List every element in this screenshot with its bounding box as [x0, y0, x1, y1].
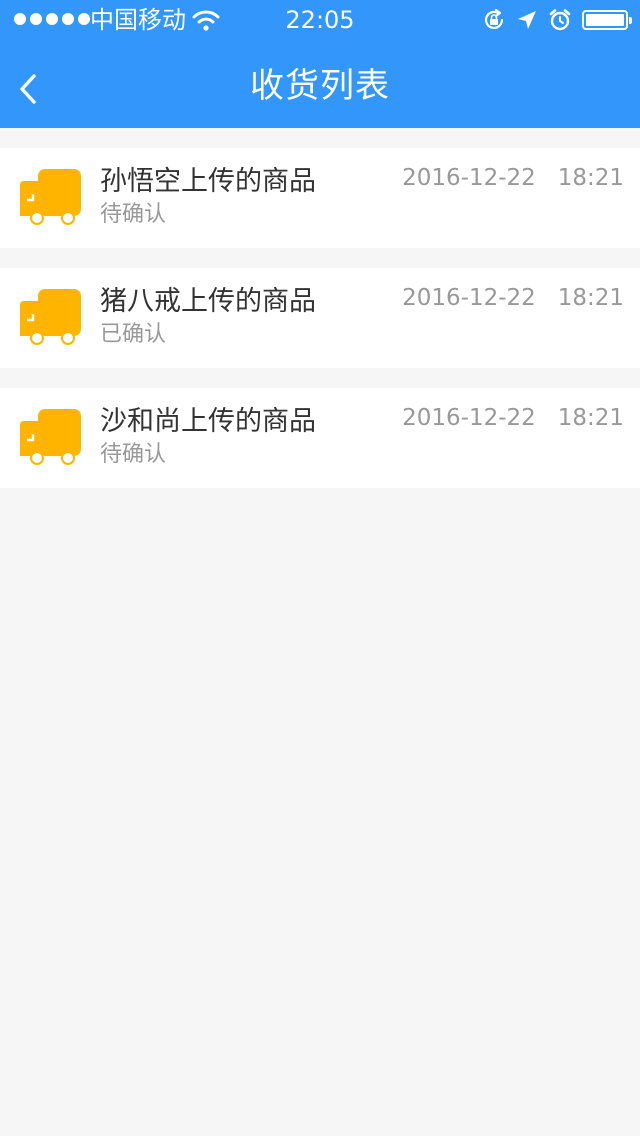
item-title: 沙和尚上传的商品 [100, 406, 316, 437]
truck-icon [20, 169, 81, 225]
rotation-lock-icon [484, 8, 504, 29]
receipt-list: 孙悟空上传的商品 待确认 2016-12-22 18:21 猪八戒上传的商品 已… [0, 148, 640, 508]
list-item[interactable]: 孙悟空上传的商品 待确认 2016-12-22 18:21 [0, 148, 640, 248]
page-title: 收货列表 [250, 66, 390, 106]
location-arrow-icon [518, 11, 536, 29]
item-status: 待确认 [100, 202, 167, 227]
truck-icon [20, 409, 81, 465]
item-datetime: 2016-12-22 18:21 [402, 285, 624, 311]
header: 中国移动 22:05 收货列表 [0, 0, 640, 128]
battery-icon [582, 10, 632, 30]
alarm-icon [549, 9, 571, 31]
item-status: 已确认 [100, 322, 167, 347]
item-title: 猪八戒上传的商品 [100, 286, 316, 317]
list-item[interactable]: 猪八戒上传的商品 已确认 2016-12-22 18:21 [0, 268, 640, 368]
item-datetime: 2016-12-22 18:21 [402, 165, 624, 191]
truck-icon [20, 289, 81, 345]
item-status: 待确认 [100, 442, 167, 467]
item-datetime: 2016-12-22 18:21 [402, 405, 624, 431]
status-bar: 中国移动 22:05 [0, 0, 640, 40]
list-item[interactable]: 沙和尚上传的商品 待确认 2016-12-22 18:21 [0, 388, 640, 488]
status-indicators [482, 7, 632, 33]
item-title: 孙悟空上传的商品 [100, 166, 316, 197]
